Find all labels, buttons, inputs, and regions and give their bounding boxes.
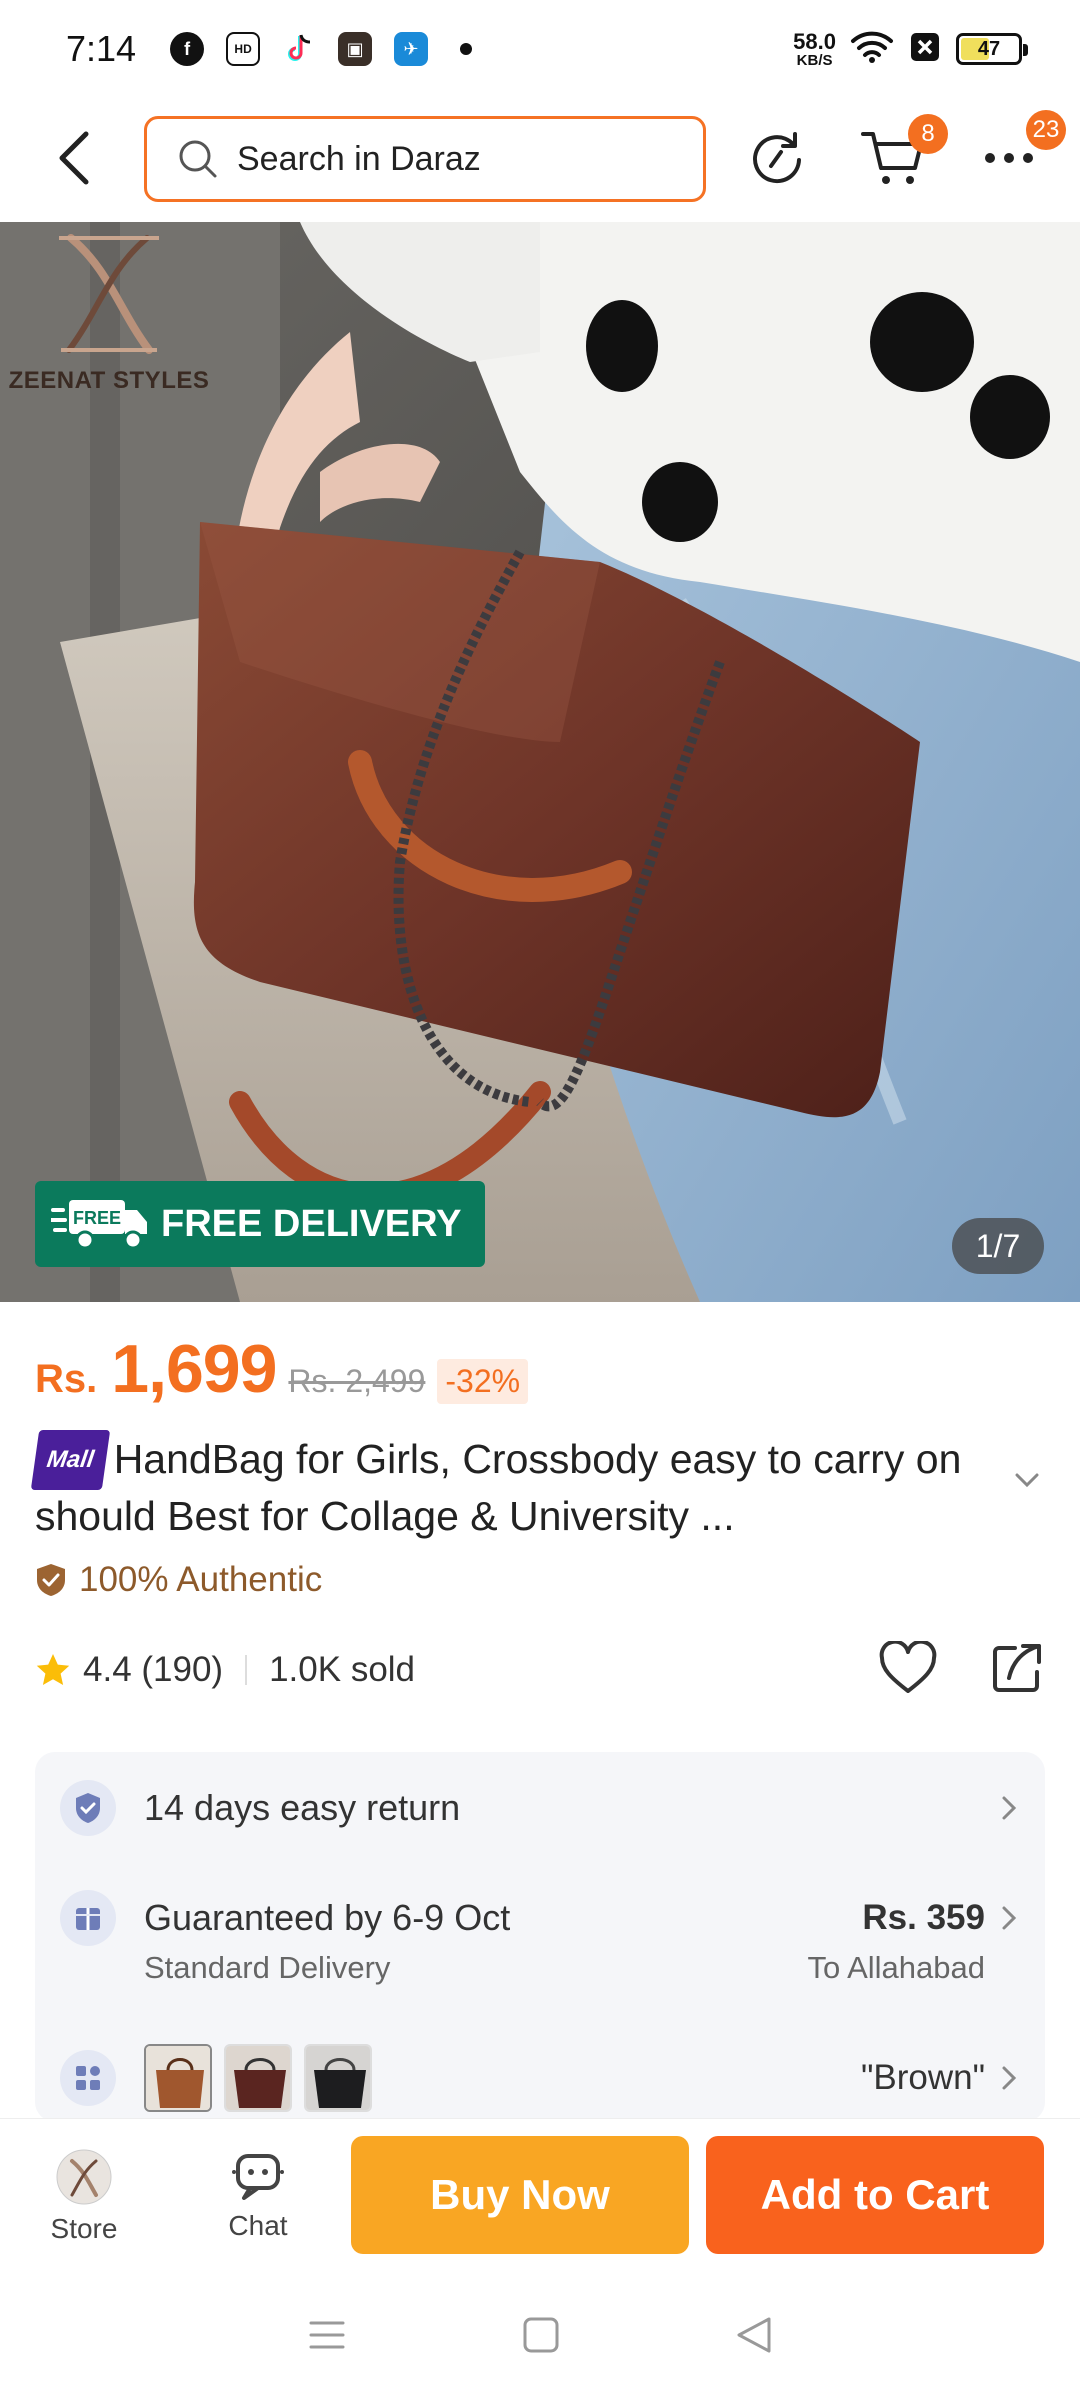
return-policy-row[interactable]: 14 days easy return — [35, 1780, 1045, 1836]
messages-count-badge: 23 — [1026, 110, 1066, 150]
product-title-text: HandBag for Girls, Crossbody easy to car… — [35, 1436, 962, 1539]
back-arrow-icon — [59, 131, 89, 185]
return-text: 14 days easy return — [144, 1787, 461, 1828]
free-delivery-banner: FREE FREE DELIVERY — [35, 1181, 485, 1267]
divider — [245, 1655, 248, 1685]
chat-label: Chat — [228, 2210, 288, 2241]
menu-lines-icon — [309, 2321, 345, 2348]
variant-thumb-brown[interactable] — [224, 2044, 292, 2112]
wishlist-button[interactable] — [879, 1639, 937, 1700]
delivery-box-icon — [60, 1890, 116, 1946]
store-logo-icon — [56, 2149, 112, 2205]
history-button[interactable] — [748, 126, 806, 190]
share-icon — [993, 1643, 1041, 1692]
history-refresh-icon — [753, 132, 801, 184]
delivery-row[interactable]: Guaranteed by 6-9 Oct Standard Delivery … — [35, 1890, 1045, 1986]
free-delivery-label: FREE DELIVERY — [161, 1202, 462, 1245]
search-icon — [179, 140, 217, 178]
discount-badge: -32% — [437, 1359, 529, 1404]
store-label: Store — [50, 2213, 118, 2244]
price-row: Rs. 1,699 Rs. 2,499 -32% — [35, 1330, 529, 1408]
sold-count: 1.0K sold — [269, 1650, 416, 1689]
delivery-location: To Allahabad — [807, 1950, 985, 1985]
tiktok-icon — [282, 32, 317, 66]
store-brand-logo: ZEENAT STYLES — [4, 230, 214, 395]
chevron-right-icon — [1002, 2066, 1017, 2090]
messenger-app-icon: ✈ — [394, 32, 429, 66]
home-square-icon — [523, 2317, 559, 2352]
delivery-info-card: 14 days easy return Guaranteed by 6-9 Oc… — [35, 1752, 1045, 2122]
delivery-fee: Rs. 359 — [862, 1898, 985, 1937]
bottom-action-bar: Store Chat Buy Now Add to Cart — [0, 2118, 1080, 2274]
notification-icons: f HD ▣ ✈ — [170, 32, 473, 66]
rating-row: 4.4 (190) 1.0K sold — [35, 1639, 1045, 1701]
hd-camera-icon: HD — [226, 32, 261, 66]
variant-row[interactable]: "Brown" — [35, 2044, 1045, 2112]
app-notification-icon: ▣ — [338, 32, 373, 66]
heart-icon — [879, 1639, 937, 1693]
product-title[interactable]: Mall HandBag for Girls, Crossbody easy to… — [30, 1430, 1015, 1542]
back-nav-button[interactable] — [735, 2315, 773, 2360]
buy-now-button[interactable]: Buy Now — [351, 2136, 689, 2254]
delivery-guarantee: Guaranteed by 6-9 Oct — [144, 1897, 511, 1938]
return-shield-icon — [60, 1780, 116, 1836]
more-options-button[interactable]: 23 — [980, 110, 1066, 190]
back-triangle-icon — [737, 2317, 771, 2352]
delivery-truck-icon: FREE — [51, 1200, 147, 1250]
shield-check-icon — [37, 1564, 65, 1596]
variant-thumb-tan[interactable] — [144, 2044, 212, 2112]
star-icon — [36, 1654, 70, 1685]
chevron-right-icon — [1002, 1796, 1017, 1820]
variants-grid-icon — [60, 2050, 116, 2106]
product-image-carousel[interactable]: ZEENAT STYLES FREE FREE DELIVERY 1/7 — [0, 222, 1080, 1302]
more-dots-icon — [985, 153, 1033, 163]
no-sim-icon — [908, 30, 942, 69]
status-bar: 7:14 f HD ▣ ✈ 58.0 KB/S 47 — [0, 0, 1080, 98]
more-notifications-dot — [460, 43, 473, 55]
original-price: Rs. 2,499 — [288, 1363, 426, 1399]
recent-apps-button[interactable] — [307, 2317, 347, 2358]
back-button[interactable] — [52, 128, 96, 188]
add-to-cart-button[interactable]: Add to Cart — [706, 2136, 1044, 2254]
search-placeholder: Search in Daraz — [237, 139, 481, 178]
current-price: 1,699 — [111, 1331, 277, 1407]
image-counter: 1/7 — [952, 1218, 1044, 1274]
rating-value[interactable]: 4.4 (190) — [83, 1650, 223, 1690]
top-header: Search in Daraz 8 23 — [0, 98, 1080, 222]
cart-button[interactable]: 8 — [858, 114, 948, 190]
chat-button[interactable]: Chat — [210, 2141, 306, 2253]
chat-bot-icon — [232, 2154, 284, 2200]
authentic-label: 100% Authentic — [35, 1560, 322, 1600]
store-button[interactable]: Store — [36, 2141, 132, 2253]
system-navigation-bar — [0, 2274, 1080, 2400]
share-button[interactable] — [989, 1640, 1045, 1701]
mall-badge: Mall — [30, 1430, 110, 1490]
chevron-down-icon — [1015, 1473, 1039, 1488]
battery-indicator: 47 — [956, 33, 1028, 65]
chevron-right-icon — [1002, 1906, 1017, 1930]
delivery-type: Standard Delivery — [144, 1950, 391, 1985]
wifi-icon — [850, 30, 894, 69]
status-time: 7:14 — [66, 28, 137, 69]
search-bar[interactable]: Search in Daraz — [144, 116, 706, 202]
cart-count-badge: 8 — [908, 114, 948, 154]
expand-title-button[interactable] — [1014, 1472, 1040, 1493]
variant-thumb-black[interactable] — [304, 2044, 372, 2112]
variant-thumbnails — [144, 2044, 372, 2112]
zeenat-x-logo-icon — [59, 234, 159, 354]
network-speed: 58.0 KB/S — [793, 28, 836, 69]
facebook-icon: f — [170, 32, 205, 66]
svg-text:FREE: FREE — [73, 1208, 121, 1228]
home-button[interactable] — [522, 2316, 560, 2359]
price-currency: Rs. — [35, 1357, 98, 1401]
selected-variant: "Brown" — [860, 2058, 985, 2097]
brand-name: ZEENAT STYLES — [8, 367, 210, 394]
